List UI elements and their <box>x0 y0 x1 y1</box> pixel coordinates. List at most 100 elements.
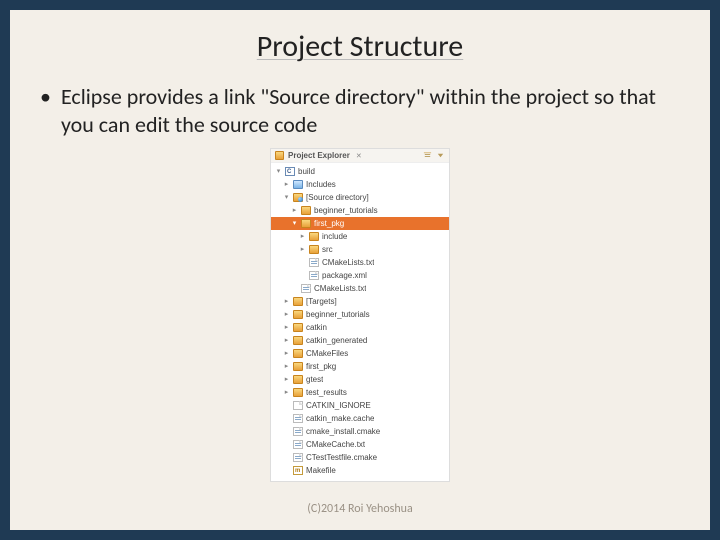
tree-node-label: package.xml <box>322 270 367 281</box>
chevron-right-icon[interactable]: ▸ <box>283 374 290 385</box>
chevron-down-icon[interactable]: ▾ <box>275 166 282 177</box>
tree-node-label: src <box>322 244 333 255</box>
chevron-right-icon[interactable]: ▸ <box>299 231 306 242</box>
chevron-down-icon[interactable]: ▾ <box>291 218 298 229</box>
bullet-item: • Eclipse provides a link "Source direct… <box>40 83 680 138</box>
tree-node[interactable]: ▾ [Source directory] <box>271 191 449 204</box>
chevron-right-icon[interactable]: ▸ <box>283 322 290 333</box>
tree-node[interactable]: ▸ CMakeFiles <box>271 347 449 360</box>
folder-icon <box>293 297 303 306</box>
slide: Project Structure • Eclipse provides a l… <box>10 10 710 530</box>
tree-node[interactable]: ▸ catkin_generated <box>271 334 449 347</box>
chevron-right-icon[interactable]: ▸ <box>283 387 290 398</box>
view-menu-icon[interactable] <box>436 151 445 160</box>
chevron-right-icon[interactable]: ▸ <box>283 335 290 346</box>
tree-node-label: CATKIN_IGNORE <box>306 400 371 411</box>
tree-node[interactable]: ▸ beginner_tutorials <box>271 204 449 217</box>
tree-node[interactable]: ▸CTestTestfile.cmake <box>271 451 449 464</box>
tree-node[interactable]: ▸ src <box>271 243 449 256</box>
tree-node[interactable]: ▸CATKIN_IGNORE <box>271 399 449 412</box>
tree-node-label: CMakeLists.txt <box>314 283 366 294</box>
folder-icon <box>293 388 303 397</box>
chevron-right-icon[interactable]: ▸ <box>291 205 298 216</box>
folder-icon <box>293 310 303 319</box>
folder-shared-icon <box>293 193 303 202</box>
tree-node-label: include <box>322 231 347 242</box>
tree-node-label: [Source directory] <box>306 192 369 203</box>
folder-icon <box>301 219 311 228</box>
src-icon <box>293 180 303 189</box>
tree-node-label: beginner_tutorials <box>314 205 378 216</box>
folder-icon <box>301 206 311 215</box>
file-lines-icon <box>293 414 303 423</box>
file-lines-icon <box>309 258 319 267</box>
tree-node[interactable]: ▸ Includes <box>271 178 449 191</box>
chevron-right-icon[interactable]: ▸ <box>283 179 290 190</box>
chevron-down-icon[interactable]: ▾ <box>283 192 290 203</box>
tree-node-label: catkin <box>306 322 327 333</box>
file-lines-icon <box>309 271 319 280</box>
folder-icon <box>293 336 303 345</box>
chevron-right-icon[interactable]: ▸ <box>299 244 306 255</box>
bullet-dot: • <box>40 83 51 138</box>
tree-node[interactable]: ▸ catkin <box>271 321 449 334</box>
tree-node-label: first_pkg <box>306 361 336 372</box>
chevron-right-icon[interactable]: ▸ <box>283 309 290 320</box>
close-icon[interactable]: ✕ <box>356 152 362 160</box>
bullet-text: Eclipse provides a link "Source director… <box>61 83 680 138</box>
folder-icon <box>293 362 303 371</box>
tree-node-label: test_results <box>306 387 347 398</box>
tree-node-label: catkin_make.cache <box>306 413 374 424</box>
tree-node[interactable]: ▸ first_pkg <box>271 360 449 373</box>
tree-root: ▾ build ▸ Includes ▾ [Source directory] ▸ begin… <box>271 163 449 481</box>
chevron-right-icon[interactable]: ▸ <box>283 296 290 307</box>
tree-node-label: catkin_generated <box>306 335 367 346</box>
tree-node-label: cmake_install.cmake <box>306 426 380 437</box>
tree-node[interactable]: ▾ first_pkg <box>271 217 449 230</box>
folder-icon <box>309 245 319 254</box>
makefile-icon <box>293 466 303 475</box>
collapse-all-icon[interactable] <box>423 151 432 160</box>
tree-node-label: CMakeFiles <box>306 348 348 359</box>
tree-node-label: Includes <box>306 179 336 190</box>
file-lines-icon <box>293 453 303 462</box>
file-lines-icon <box>293 440 303 449</box>
tree-node[interactable]: ▸Makefile <box>271 464 449 477</box>
tree-node[interactable]: ▸catkin_make.cache <box>271 412 449 425</box>
folder-icon <box>293 349 303 358</box>
tree-node[interactable]: ▸CMakeCache.txt <box>271 438 449 451</box>
slide-title: Project Structure <box>40 28 680 65</box>
slide-footer: (C)2014 Roi Yehoshua <box>10 502 710 516</box>
tree-node-label: CMakeCache.txt <box>306 439 365 450</box>
chevron-right-icon[interactable]: ▸ <box>283 361 290 372</box>
file-icon <box>293 401 303 410</box>
tree-node[interactable]: ▸ [Targets] <box>271 295 449 308</box>
tree-node-label: beginner_tutorials <box>306 309 370 320</box>
tree-node[interactable]: ▸CMakeLists.txt <box>271 256 449 269</box>
tree-node-label: build <box>298 166 315 177</box>
tree-node-label: first_pkg <box>314 218 344 229</box>
tree-node-label: gtest <box>306 374 323 385</box>
explorer-tab-icon <box>275 151 284 160</box>
explorer-header: Project Explorer ✕ <box>271 149 449 163</box>
folder-icon <box>293 323 303 332</box>
tree-node[interactable]: ▸ beginner_tutorials <box>271 308 449 321</box>
tree-node[interactable]: ▸cmake_install.cmake <box>271 425 449 438</box>
tree-node-label: Makefile <box>306 465 336 476</box>
tree-node-label: [Targets] <box>306 296 337 307</box>
tree-node[interactable]: ▾ build <box>271 165 449 178</box>
tree-node[interactable]: ▸ include <box>271 230 449 243</box>
chevron-right-icon[interactable]: ▸ <box>283 348 290 359</box>
tree-node-label: CMakeLists.txt <box>322 257 374 268</box>
tree-node[interactable]: ▸package.xml <box>271 269 449 282</box>
tree-node[interactable]: ▸CMakeLists.txt <box>271 282 449 295</box>
tree-node[interactable]: ▸ test_results <box>271 386 449 399</box>
folder-icon <box>293 375 303 384</box>
file-lines-icon <box>293 427 303 436</box>
file-lines-icon <box>301 284 311 293</box>
project-explorer-panel: Project Explorer ✕ ▾ build ▸ Includes ▾ [Sour… <box>270 148 450 482</box>
folder-icon <box>309 232 319 241</box>
tree-node[interactable]: ▸ gtest <box>271 373 449 386</box>
explorer-tab-label: Project Explorer <box>288 151 350 160</box>
tree-node-label: CTestTestfile.cmake <box>306 452 377 463</box>
